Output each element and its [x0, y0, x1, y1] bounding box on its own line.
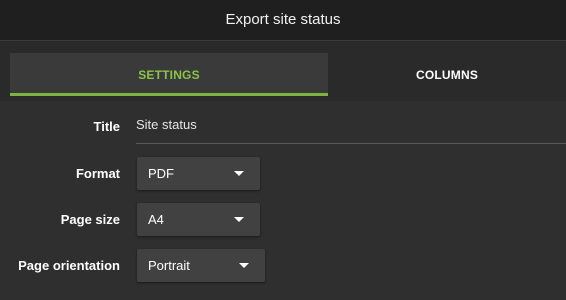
orientation-select[interactable]: Portrait: [137, 249, 265, 282]
export-dialog: Export site status SETTINGS COLUMNS Titl…: [0, 0, 566, 300]
page-size-label: Page size: [60, 212, 120, 227]
dialog-titlebar: Export site status: [0, 0, 566, 40]
tab-settings-label: SETTINGS: [138, 67, 200, 82]
title-field[interactable]: [136, 110, 566, 144]
orientation-label: Page orientation: [18, 258, 120, 273]
tab-columns-label: COLUMNS: [415, 67, 479, 82]
dialog-title: Export site status: [225, 11, 341, 28]
tab-columns[interactable]: COLUMNS: [328, 53, 566, 96]
chevron-down-icon: [234, 217, 244, 222]
format-select-value: PDF: [148, 166, 174, 181]
format-select[interactable]: PDF: [137, 157, 260, 190]
chevron-down-icon: [234, 171, 244, 176]
orientation-select-value: Portrait: [148, 258, 190, 273]
active-tab-indicator: [10, 93, 328, 96]
tab-settings[interactable]: SETTINGS: [10, 53, 328, 96]
title-input[interactable]: [136, 117, 436, 132]
format-label: Format: [75, 166, 120, 181]
tab-bar: SETTINGS COLUMNS: [0, 40, 566, 101]
chevron-down-icon: [239, 263, 249, 268]
title-label: Title: [93, 119, 121, 134]
page-size-select-value: A4: [148, 212, 164, 227]
page-size-select[interactable]: A4: [137, 203, 260, 236]
